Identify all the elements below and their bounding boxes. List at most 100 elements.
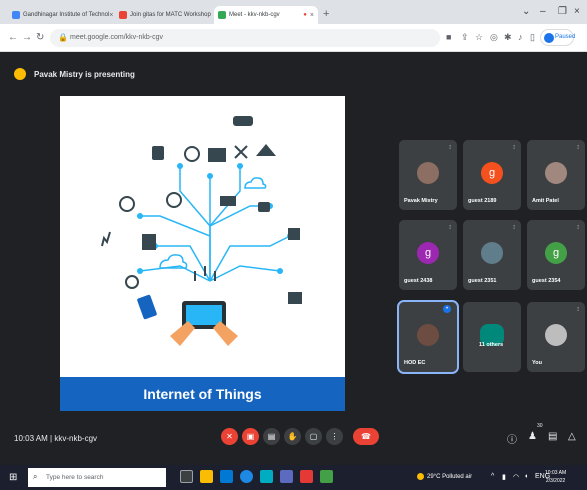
participant-name: You xyxy=(532,360,542,366)
search-icon: ⌕ xyxy=(33,472,38,481)
tab-favicon-icon xyxy=(218,11,226,19)
dropdown-icon[interactable]: ⌄ xyxy=(522,6,530,17)
volume-icon[interactable]: ◖ xyxy=(524,473,528,480)
share-icon[interactable]: ⇪ xyxy=(461,32,469,43)
participant-tile[interactable]: ⁝ Amit Patel xyxy=(527,140,585,210)
windows-start-icon[interactable]: ⊞ xyxy=(9,472,17,483)
store-icon[interactable] xyxy=(260,470,273,483)
participant-tile[interactable]: ⁝ guest 2351 xyxy=(463,220,521,290)
participant-name: Amit Patel xyxy=(532,198,559,204)
extension-icon[interactable]: ◎ xyxy=(490,32,498,43)
taskbar-clock[interactable]: 10:03 AM 2/3/2022 xyxy=(545,469,566,485)
file-explorer-icon[interactable] xyxy=(200,470,213,483)
pin-icon[interactable]: ⁝ xyxy=(577,224,579,231)
weather-widget[interactable]: 29°C Polluted air xyxy=(417,473,472,480)
star-icon[interactable]: ☆ xyxy=(475,32,483,43)
app-icon[interactable] xyxy=(280,470,293,483)
slide-title-bar: Internet of Things xyxy=(60,377,345,411)
chat-icon[interactable]: ▤ xyxy=(548,431,557,442)
pin-icon[interactable]: ⁝ xyxy=(577,306,579,313)
pin-icon[interactable]: ⁝ xyxy=(513,224,515,231)
participant-tile-self[interactable]: ⁝ You xyxy=(527,302,585,372)
meet-control-bar: 10:03 AM | kkv-nkb-cgv ✕ ▣ ▤ ✋ ▢ ⋮ ☎ ⓘ 3… xyxy=(0,420,587,456)
tab-favicon-icon xyxy=(12,11,20,19)
avatar xyxy=(544,33,554,43)
pin-icon[interactable]: ⁝ xyxy=(449,224,451,231)
close-window-icon[interactable]: × xyxy=(574,6,580,17)
people-icon[interactable]: ♟ xyxy=(528,431,537,442)
profile-label: Paused xyxy=(555,34,576,40)
presenter-avatar xyxy=(14,68,26,80)
media-icon[interactable]: ♪ xyxy=(518,32,523,42)
tab-title: Meet - kkv-nkb-cgv xyxy=(229,12,280,18)
participant-name: Pavak Mistry xyxy=(404,198,438,204)
captions-button[interactable]: ▤ xyxy=(263,428,280,445)
lock-icon: 🔒 xyxy=(58,33,68,42)
recording-dot-icon: ● xyxy=(303,12,307,18)
participant-tile[interactable]: • HOD EC xyxy=(397,300,459,374)
new-tab-icon[interactable]: + xyxy=(323,8,329,20)
avatar xyxy=(545,162,567,184)
app-icon[interactable] xyxy=(300,470,313,483)
sidebar-icon[interactable]: ▯ xyxy=(530,32,535,43)
camera-off-button[interactable]: ▣ xyxy=(242,428,259,445)
avatar xyxy=(417,162,439,184)
tab-gandhinagar[interactable]: Gandhinagar Institute of Technol × xyxy=(8,6,113,24)
chrome-icon[interactable] xyxy=(240,470,253,483)
more-options-button[interactable]: ⋮ xyxy=(326,428,343,445)
present-button[interactable]: ▢ xyxy=(305,428,322,445)
end-call-button[interactable]: ☎ xyxy=(353,428,379,445)
participant-name: guest 2351 xyxy=(468,278,497,284)
restore-icon[interactable]: ❐ xyxy=(558,6,567,17)
app-icon[interactable] xyxy=(320,470,333,483)
minimize-icon[interactable]: – xyxy=(540,6,546,17)
iot-illustration xyxy=(101,116,302,346)
close-icon[interactable]: × xyxy=(310,12,314,19)
back-icon[interactable]: ← xyxy=(8,32,18,43)
others-label: 11 others xyxy=(479,342,504,348)
tab-title: Gandhinagar Institute of Technol xyxy=(23,12,110,18)
presentation-slide: Internet of Things xyxy=(60,96,345,411)
info-icon[interactable]: ⓘ xyxy=(507,431,517,446)
tab-meet[interactable]: Meet - kkv-nkb-cgv ● × xyxy=(214,6,318,24)
profile-button[interactable]: Paused xyxy=(540,29,576,46)
participant-name: guest 2438 xyxy=(404,278,433,284)
reload-icon[interactable]: ↻ xyxy=(36,32,44,43)
others-tile[interactable]: 11 others xyxy=(463,302,521,372)
close-icon[interactable]: × xyxy=(109,12,113,19)
address-bar[interactable]: 🔒 meet.google.com/kkv-nkb-cgv xyxy=(50,29,440,47)
url-text: meet.google.com/kkv-nkb-cgv xyxy=(70,34,163,41)
avatar: g xyxy=(481,162,503,184)
meeting-code: kkv-nkb-cgv xyxy=(54,434,98,443)
avatar: g xyxy=(545,242,567,264)
participant-tile[interactable]: ⁝ g guest 2189 xyxy=(463,140,521,210)
pin-icon[interactable]: ⁝ xyxy=(577,144,579,151)
mic-off-button[interactable]: ✕ xyxy=(221,428,238,445)
raise-hand-button[interactable]: ✋ xyxy=(284,428,301,445)
screen: Gandhinagar Institute of Technol × Join … xyxy=(0,0,587,490)
chevron-up-icon[interactable]: ^ xyxy=(491,473,494,480)
sun-icon xyxy=(417,473,424,480)
participant-name: guest 2354 xyxy=(532,278,561,284)
taskbar-search[interactable]: ⌕ Type here to search xyxy=(28,468,166,487)
task-view-icon[interactable] xyxy=(180,470,193,483)
presenting-text: Pavak Mistry is presenting xyxy=(34,70,135,79)
battery-icon[interactable]: ▮ xyxy=(502,473,506,481)
browser-tab-strip: Gandhinagar Institute of Technol × Join … xyxy=(0,0,587,24)
participant-tile[interactable]: ⁝ g guest 2354 xyxy=(527,220,585,290)
pin-icon[interactable]: ⁝ xyxy=(513,144,515,151)
meeting-info: 10:03 AM | kkv-nkb-cgv xyxy=(14,434,97,443)
puzzle-icon[interactable]: ✱ xyxy=(504,32,512,43)
forward-icon[interactable]: → xyxy=(22,32,32,43)
slide-title: Internet of Things xyxy=(143,386,262,402)
wifi-icon[interactable]: ◠ xyxy=(513,473,519,481)
edge-icon[interactable] xyxy=(220,470,233,483)
participant-tile[interactable]: ⁝ Pavak Mistry xyxy=(399,140,457,210)
activities-icon[interactable]: △ xyxy=(568,431,576,442)
search-placeholder: Type here to search xyxy=(46,474,104,481)
tab-workshop[interactable]: Join gitas for MATC Workshop × xyxy=(115,6,211,24)
participant-tile[interactable]: ⁝ g guest 2438 xyxy=(399,220,457,290)
camera-icon[interactable]: ■ xyxy=(446,32,451,42)
pin-icon[interactable]: ⁝ xyxy=(449,144,451,151)
tab-title: Join gitas for MATC Workshop xyxy=(130,12,211,18)
